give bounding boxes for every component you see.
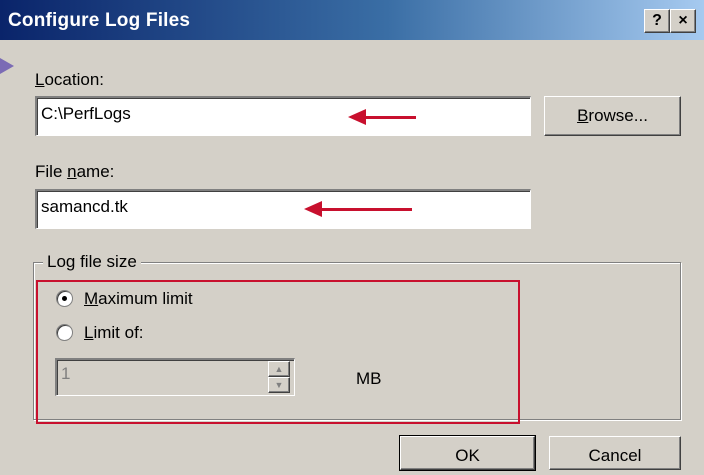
annotation-highlight-box: [36, 280, 520, 424]
ok-button[interactable]: OK: [399, 435, 536, 471]
file-name-input[interactable]: samancd.tk: [35, 189, 531, 229]
log-file-size-label: Log file size: [43, 252, 141, 272]
pointer-arrow-icon: [0, 58, 14, 74]
help-button[interactable]: ?: [644, 9, 670, 33]
window-title: Configure Log Files: [8, 10, 191, 31]
location-input[interactable]: C:\PerfLogs: [35, 96, 531, 136]
file-name-label: File name:: [35, 162, 115, 181]
cancel-button[interactable]: Cancel: [549, 436, 681, 470]
close-button[interactable]: ×: [670, 9, 696, 33]
location-label: Location:: [35, 70, 105, 89]
browse-button[interactable]: Browse...: [544, 96, 681, 136]
title-bar: Configure Log Files ? ×: [0, 0, 704, 40]
